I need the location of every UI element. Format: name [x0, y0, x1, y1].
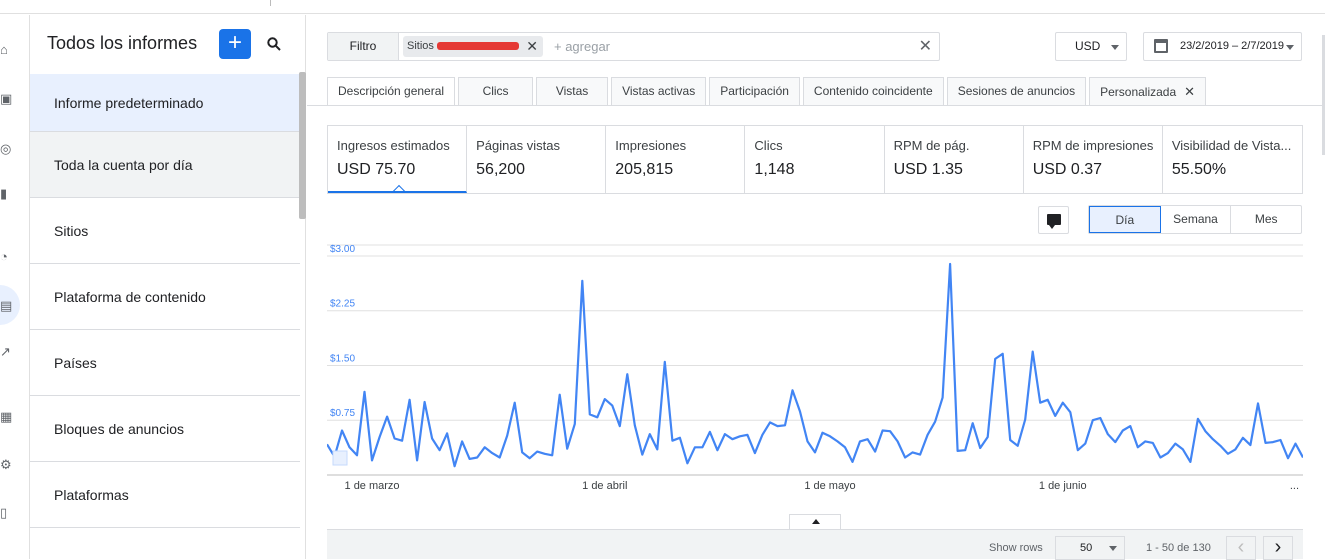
close-tab-icon[interactable]: ✕ [1184, 84, 1195, 99]
x-tick-label: 1 de marzo [345, 480, 400, 492]
tab-custom[interactable]: Personalizada ✕ [1089, 77, 1207, 105]
annotations-button[interactable] [1038, 206, 1069, 234]
redaction-mark [437, 42, 519, 50]
date-range-picker[interactable]: 23/2/2019 – 2/7/2019 [1143, 32, 1302, 61]
trending-icon[interactable]: ↗ [0, 345, 14, 359]
metric-estimated-earnings[interactable]: Ingresos estimados USD 75.70 [328, 126, 468, 193]
sidebar-item-ad-units[interactable]: Bloques de anuncios [30, 396, 300, 462]
sidebar-item-default-report[interactable]: Informe predeterminado [30, 74, 300, 132]
sidebar-header: Todos los informes + [30, 15, 306, 71]
reports-sidebar: Todos los informes + Informe predetermin… [29, 15, 306, 559]
search-page-icon[interactable]: ◎ [0, 142, 14, 156]
top-bar [0, 0, 1325, 14]
comment-icon [1047, 214, 1061, 229]
metric-page-rpm[interactable]: RPM de pág. USD 1.35 [885, 126, 1024, 193]
metric-active-view-viewable[interactable]: Visibilidad de Vista... 55.50% [1163, 126, 1302, 193]
metric-impression-rpm[interactable]: RPM de impresiones USD 0.37 [1024, 126, 1163, 193]
payments-icon[interactable]: ▦ [0, 410, 14, 424]
sidebar-item-countries[interactable]: Países [30, 330, 300, 396]
selected-notch [391, 184, 407, 191]
granularity-month[interactable]: Mes [1231, 206, 1301, 233]
tab-active-views[interactable]: Vistas activas [611, 77, 707, 105]
metric-page-views[interactable]: Páginas vistas 56,200 [467, 126, 607, 193]
granularity-week[interactable]: Semana [1161, 206, 1232, 233]
chevron-down-icon [1111, 45, 1119, 50]
metrics-scorecard: Ingresos estimados USD 75.70 Páginas vis… [327, 125, 1303, 194]
gauge-icon[interactable]: ◔ [0, 250, 14, 264]
add-report-button[interactable]: + [219, 29, 251, 59]
y-tick-label: $3.00 [330, 244, 355, 255]
granularity-toggle: Día Semana Mes [1088, 205, 1302, 234]
report-list: Informe predeterminado Toda la cuenta po… [30, 74, 300, 528]
granularity-day[interactable]: Día [1089, 206, 1161, 233]
home-icon[interactable]: ⌂ [0, 43, 14, 57]
x-tick-label: 1 de junio [1039, 480, 1087, 492]
reports-icon[interactable]: ▤ [0, 299, 14, 313]
tab-views[interactable]: Vistas [536, 77, 609, 105]
rows-per-page-select[interactable]: 50 [1055, 536, 1125, 560]
table-footer: Show rows 50 1 - 50 de 130 ‹ › [327, 529, 1303, 560]
tabs-divider [307, 105, 1325, 106]
tab-matched-content[interactable]: Contenido coincidente [802, 77, 944, 105]
search-icon[interactable] [266, 36, 282, 52]
chevron-down-icon [1286, 45, 1294, 50]
earnings-chart: $3.00 $2.25 $1.50 $0.75 1 de marzo 1 de abril… [326, 243, 1304, 503]
tab-engagement[interactable]: Participación [709, 77, 800, 105]
clear-filter-icon[interactable]: ✕ [919, 36, 932, 56]
page-icon[interactable]: ▣ [0, 92, 14, 106]
add-filter-input[interactable]: + agregar [554, 39, 610, 54]
chevron-up-icon [812, 519, 820, 524]
ads-icon[interactable]: ▮ [0, 187, 14, 201]
currency-select[interactable]: USD [1055, 32, 1127, 61]
x-more-label: ... [1290, 480, 1299, 492]
y-tick-label: $2.25 [330, 299, 355, 310]
filter-button[interactable]: Filtro [328, 33, 399, 60]
account-icon[interactable]: ▯ [0, 506, 14, 520]
collapse-chart-button[interactable] [789, 514, 841, 529]
calendar-icon [1154, 39, 1168, 53]
filter-bar: Filtro Sitios ✕ + agregar ✕ [327, 32, 940, 61]
sidebar-scrollbar[interactable] [299, 72, 306, 219]
y-tick-label: $0.75 [330, 408, 355, 419]
report-tabs: Descripción general Clics Vistas Vistas … [327, 77, 1209, 106]
metric-clicks[interactable]: Clics 1,148 [745, 126, 885, 193]
main-panel: Filtro Sitios ✕ + agregar ✕ USD 23/2/201… [307, 15, 1325, 560]
add-annotation-marker [332, 450, 348, 466]
sidebar-title: Todos los informes [47, 33, 198, 53]
line-chart-svg: $3.00 $2.25 $1.50 $0.75 1 de marzo 1 de abril… [326, 244, 1304, 492]
next-page-button[interactable]: › [1263, 536, 1293, 560]
chevron-down-icon [1109, 546, 1117, 551]
show-rows-label: Show rows [989, 542, 1043, 554]
y-tick-label: $1.50 [330, 353, 355, 364]
settings-icon[interactable]: ⚙ [0, 458, 14, 472]
chip-close-icon[interactable]: ✕ [526, 36, 538, 57]
pagination-info: 1 - 50 de 130 [1146, 542, 1211, 554]
x-tick-label: 1 de abril [582, 480, 627, 492]
sidebar-item-platforms[interactable]: Plataformas [30, 462, 300, 528]
previous-page-button[interactable]: ‹ [1226, 536, 1256, 560]
nav-rail: ⌂ ▣ ◎ ▮ ◔ ▤ ↗ ▦ ⚙ ▯ [0, 15, 28, 559]
tab-overview[interactable]: Descripción general [327, 77, 456, 106]
x-tick-label: 1 de mayo [804, 480, 855, 492]
filter-chip-label: Sitios [407, 40, 434, 52]
sidebar-item-account-by-day[interactable]: Toda la cuenta por día [30, 132, 300, 198]
sidebar-item-content-platform[interactable]: Plataforma de contenido [30, 264, 300, 330]
tab-ad-sessions[interactable]: Sesiones de anuncios [946, 77, 1087, 105]
metric-impressions[interactable]: Impresiones 205,815 [606, 126, 746, 193]
sidebar-item-sites[interactable]: Sitios [30, 198, 300, 264]
filter-chip-sites[interactable]: Sitios ✕ [403, 36, 543, 57]
tab-clicks[interactable]: Clics [458, 77, 534, 105]
